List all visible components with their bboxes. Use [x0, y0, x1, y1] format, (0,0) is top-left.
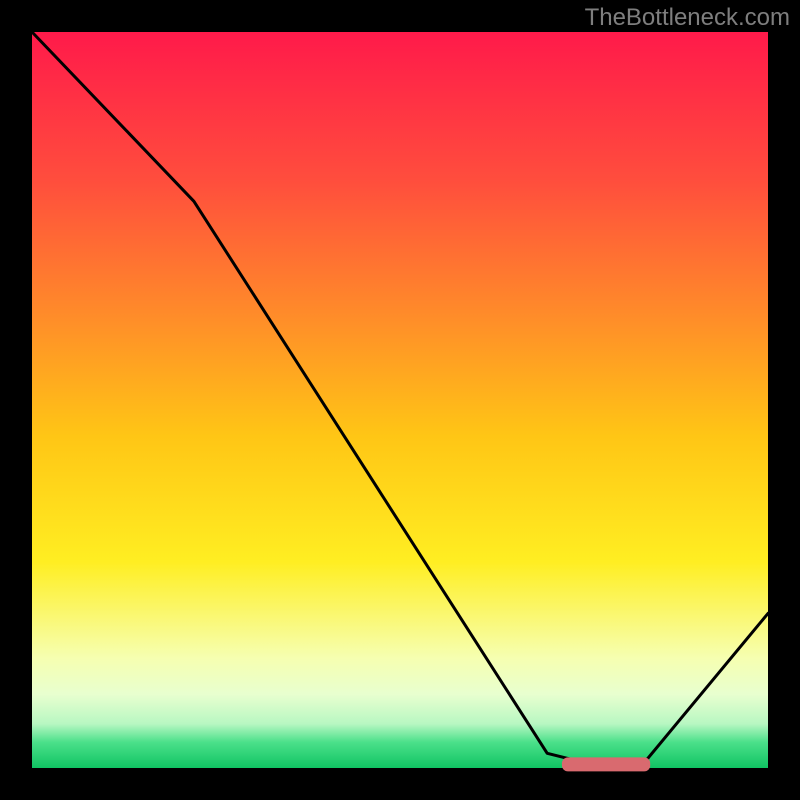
optimal-marker	[562, 757, 650, 771]
chart-svg	[0, 0, 800, 800]
plot-area	[32, 32, 768, 768]
bottleneck-chart: TheBottleneck.com	[0, 0, 800, 800]
watermark-text: TheBottleneck.com	[585, 4, 790, 32]
